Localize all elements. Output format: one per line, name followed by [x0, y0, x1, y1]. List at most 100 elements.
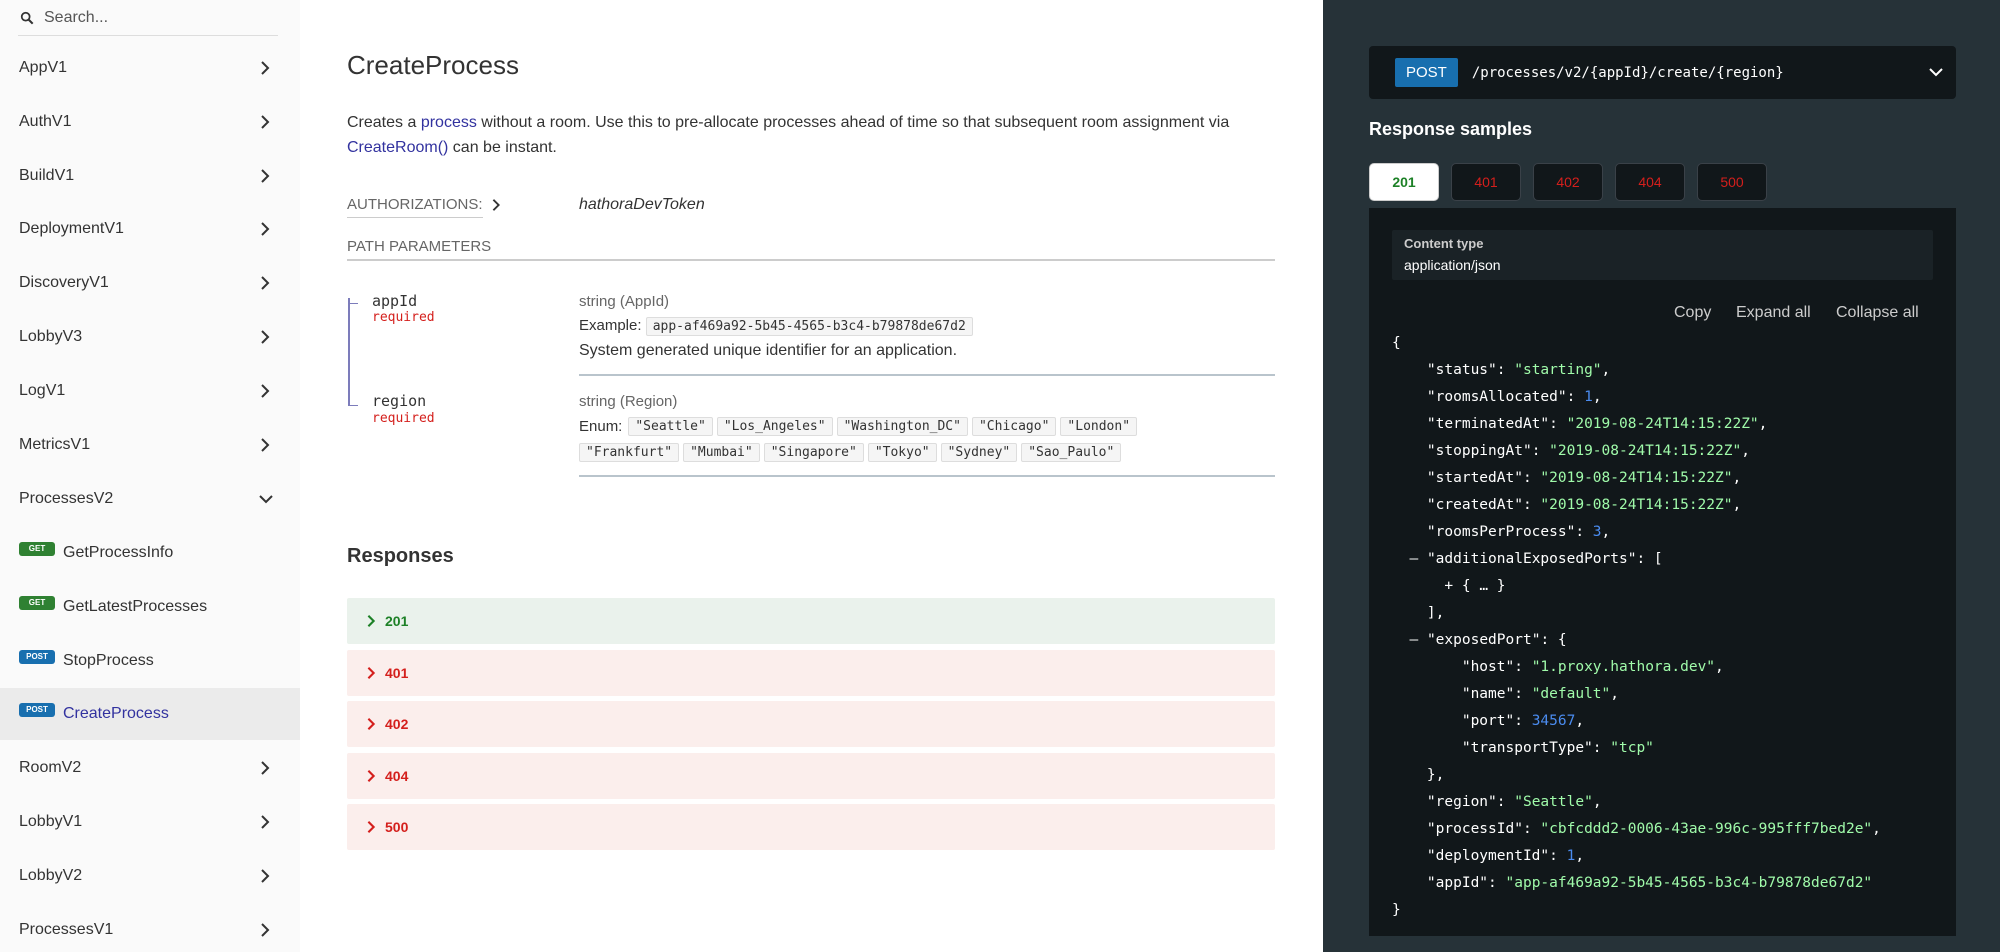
response-samples-title: Response samples — [1369, 119, 1533, 139]
sidebar-item-lobbyv2[interactable]: LobbyV2 — [0, 850, 300, 902]
response-code: 402 — [385, 716, 409, 732]
enum-value: "Washington_DC" — [836, 417, 968, 436]
sidebar-item-label: MetricsV1 — [19, 436, 91, 453]
sample-tab-404[interactable]: 404 — [1615, 163, 1685, 201]
authorizations-label[interactable]: Authorizations: — [347, 196, 483, 218]
process-link[interactable]: process — [421, 114, 477, 131]
operation-description: Creates a process without a room. Use th… — [347, 110, 1287, 160]
param-name-appid: appId — [372, 292, 418, 310]
chevron-right-icon — [261, 222, 270, 236]
content-type-box: Content type application/json — [1392, 230, 1933, 280]
sidebar-item-deploymentv1[interactable]: DeploymentV1 — [0, 203, 300, 255]
response-401-row[interactable]: 401 — [347, 650, 1275, 696]
json-value: "1.proxy.hathora.dev" — [1531, 659, 1716, 675]
sidebar-item-processesv1[interactable]: ProcessesV1 — [0, 904, 300, 952]
sidebar: AppV1 AuthV1 BuildV1 DeploymentV1 Discov… — [0, 0, 300, 952]
json-value: 3 — [1592, 524, 1602, 540]
createroom-link[interactable]: CreateRoom() — [347, 139, 448, 156]
json-value: 1 — [1566, 848, 1576, 864]
sidebar-item-buildv1[interactable]: BuildV1 — [0, 150, 300, 202]
json-collapse-toggle[interactable]: – — [1409, 551, 1418, 567]
example-value: app-af469a92-5b45-4565-b3c4-b79878de67d2 — [645, 317, 973, 336]
json-value: "Seattle" — [1514, 794, 1593, 810]
sidebar-item-discoveryv1[interactable]: DiscoveryV1 — [0, 257, 300, 309]
sidebar-item-authv1[interactable]: AuthV1 — [0, 96, 300, 148]
sidebar-item-label: StopProcess — [63, 652, 154, 669]
enum-label: Enum: — [579, 418, 623, 435]
sample-tab-402[interactable]: 402 — [1533, 163, 1603, 201]
response-sample-box: Content type application/json Copy Expan… — [1369, 208, 1956, 936]
sidebar-item-lobbyv3[interactable]: LobbyV3 — [0, 311, 300, 363]
json-collapse-toggle[interactable]: – — [1409, 632, 1418, 648]
search-input[interactable] — [44, 8, 264, 27]
enum-value: "Singapore" — [763, 443, 864, 462]
sidebar-item-label: GetProcessInfo — [63, 544, 174, 561]
sidebar-item-label: CreateProcess — [63, 705, 169, 722]
chevron-right-icon — [367, 821, 376, 833]
sidebar-item-label: ProcessesV1 — [19, 921, 114, 938]
desc-text: Creates a — [347, 114, 421, 131]
chevron-right-icon — [261, 115, 270, 129]
enum-value: "Sao_Paulo" — [1021, 443, 1122, 462]
json-expand-toggle[interactable]: + — [1444, 578, 1453, 594]
sidebar-item-roomv2[interactable]: RoomV2 — [0, 742, 300, 794]
sidebar-item-logv1[interactable]: LogV1 — [0, 365, 300, 417]
method-badge-post: POST — [19, 703, 55, 717]
sample-tab-201[interactable]: 201 — [1369, 163, 1439, 201]
sidebar-subitem-stopprocess[interactable]: POST StopProcess — [0, 635, 300, 687]
chevron-right-icon — [367, 615, 376, 627]
json-collapsed-object[interactable]: { … } — [1462, 578, 1506, 594]
param-type: string (AppId) — [579, 293, 670, 310]
response-404-row[interactable]: 404 — [347, 753, 1275, 799]
sidebar-item-appv1[interactable]: AppV1 — [0, 42, 300, 94]
enum-value: "Los_Angeles" — [716, 417, 833, 436]
chevron-right-icon[interactable] — [490, 198, 502, 212]
response-code: 201 — [385, 613, 409, 629]
enum-values-line: "Frankfurt" "Mumbai" "Singapore" "Tokyo"… — [579, 443, 1125, 462]
json-value: "app-af469a92-5b45-4565-b3c4-b79878de67d… — [1505, 875, 1873, 891]
response-500-row[interactable]: 500 — [347, 804, 1275, 850]
expand-all-button[interactable]: Expand all — [1736, 304, 1811, 322]
json-value: "cbfcddd2-0006-43ae-996c-995fff7bed2e" — [1540, 821, 1873, 837]
sidebar-item-label: LobbyV2 — [19, 867, 83, 884]
desc-text: without a room. Use this to pre-allocate… — [476, 114, 1230, 131]
chevron-right-icon — [261, 438, 270, 452]
enum-values-line: Enum: "Seattle" "Los_Angeles" "Washingto… — [579, 417, 1141, 436]
sample-tab-500[interactable]: 500 — [1697, 163, 1767, 201]
endpoint-path: /processes/v2/{appId}/create/{region} — [1471, 64, 1784, 81]
param-required: required — [372, 310, 435, 325]
method-badge-post: POST — [19, 650, 55, 664]
chevron-right-icon — [261, 815, 270, 829]
collapse-all-button[interactable]: Collapse all — [1836, 304, 1919, 322]
sidebar-item-label: LobbyV3 — [19, 328, 83, 345]
sidebar-item-label: ProcessesV2 — [19, 490, 114, 507]
param-name-region: region — [372, 392, 427, 410]
content-type-label: Content type — [1404, 236, 1484, 251]
sidebar-subitem-getlatestprocesses[interactable]: GET GetLatestProcesses — [0, 581, 300, 633]
json-value: "2019-08-24T14:15:22Z" — [1540, 470, 1733, 486]
sidebar-item-label: LobbyV1 — [19, 813, 83, 830]
sidebar-item-metricsv1[interactable]: MetricsV1 — [0, 419, 300, 471]
json-value: "tcp" — [1610, 740, 1654, 756]
param-tree-hook — [348, 303, 358, 304]
response-201-row[interactable]: 201 — [347, 598, 1275, 644]
sidebar-subitem-createprocess[interactable]: POST CreateProcess — [0, 688, 300, 740]
json-value: "2019-08-24T14:15:22Z" — [1549, 443, 1742, 459]
endpoint-bar[interactable]: POST /processes/v2/{appId}/create/{regio… — [1369, 46, 1956, 99]
sidebar-item-label: RoomV2 — [19, 759, 82, 776]
chevron-right-icon — [261, 61, 270, 75]
enum-value: "Seattle" — [628, 417, 713, 436]
desc-text: can be instant. — [448, 139, 557, 156]
sample-tab-401[interactable]: 401 — [1451, 163, 1521, 201]
sidebar-item-processesv2[interactable]: ProcessesV2 — [0, 473, 300, 525]
sidebar-item-lobbyv1[interactable]: LobbyV1 — [0, 796, 300, 848]
sidebar-subitem-getprocessinfo[interactable]: GET GetProcessInfo — [0, 527, 300, 579]
sidebar-item-label: GetLatestProcesses — [63, 598, 208, 615]
enum-value: "Tokyo" — [867, 443, 937, 462]
authorizations-row: Authorizations: hathoraDevToken — [347, 196, 1275, 220]
param-example: Example: app-af469a92-5b45-4565-b3c4-b79… — [579, 317, 977, 336]
response-code: 401 — [385, 665, 409, 681]
response-402-row[interactable]: 402 — [347, 701, 1275, 747]
copy-button[interactable]: Copy — [1674, 304, 1711, 322]
chevron-right-icon — [261, 761, 270, 775]
